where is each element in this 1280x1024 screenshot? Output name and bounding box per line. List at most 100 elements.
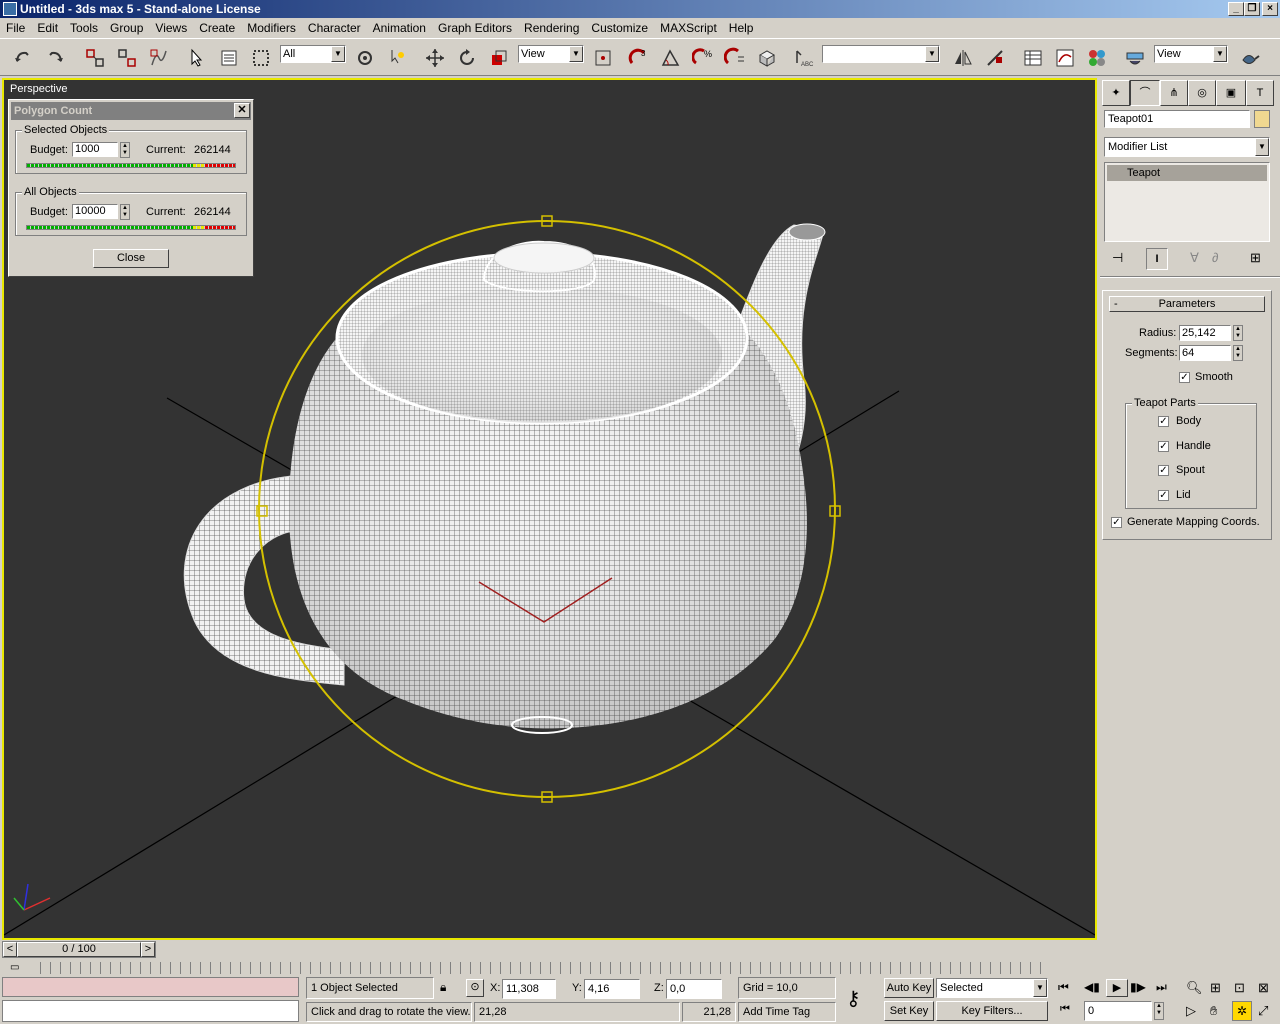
go-to-start-icon[interactable]: ⏮: [1058, 980, 1069, 995]
menu-rendering[interactable]: Rendering: [518, 18, 585, 38]
menu-views[interactable]: Views: [149, 18, 193, 38]
y-coordinate-field[interactable]: 4,16: [584, 979, 640, 999]
segments-field[interactable]: 64: [1179, 345, 1231, 361]
body-checkbox[interactable]: ✓: [1158, 416, 1169, 427]
spinner-snap-icon[interactable]: [722, 45, 748, 71]
quick-render-icon[interactable]: [1236, 45, 1262, 71]
go-to-end-icon[interactable]: ⏭: [1156, 980, 1167, 995]
previous-frame-icon[interactable]: ◀▮: [1084, 980, 1100, 994]
modifier-list-dropdown[interactable]: Modifier List ▼: [1104, 137, 1270, 157]
modifier-stack[interactable]: Teapot: [1104, 162, 1270, 242]
menu-modifiers[interactable]: Modifiers: [241, 18, 302, 38]
object-name-field[interactable]: Teapot01: [1104, 110, 1250, 128]
select-by-name-icon[interactable]: [216, 45, 242, 71]
make-unique-icon[interactable]: ∀: [1190, 250, 1199, 266]
show-end-result-icon[interactable]: I: [1146, 248, 1168, 270]
maxscript-listener-mini[interactable]: [2, 977, 299, 997]
unlink-selection-icon[interactable]: [114, 45, 140, 71]
restore-button[interactable]: ❐: [1244, 2, 1260, 16]
menu-create[interactable]: Create: [193, 18, 241, 38]
close-window-button[interactable]: ×: [1262, 2, 1278, 16]
parameters-rollout-header[interactable]: - Parameters: [1109, 296, 1265, 312]
select-and-link-icon[interactable]: [82, 45, 108, 71]
generate-mapping-checkbox[interactable]: ✓: [1111, 517, 1122, 528]
dialog-close-icon[interactable]: ✕: [234, 103, 250, 118]
angle-snap-icon[interactable]: [658, 45, 684, 71]
named-selection-sets-icon[interactable]: [754, 45, 780, 71]
redo-icon[interactable]: [42, 45, 68, 71]
menu-animation[interactable]: Animation: [367, 18, 432, 38]
zoom-extents-all-icon[interactable]: ⊠: [1258, 980, 1269, 996]
select-object-icon[interactable]: [184, 45, 210, 71]
configure-modifier-sets-icon[interactable]: ⊞: [1250, 250, 1261, 266]
menu-group[interactable]: Group: [104, 18, 149, 38]
budget-spinner[interactable]: ▲ ▼: [120, 142, 130, 158]
hierarchy-tab-icon[interactable]: ⋔: [1160, 80, 1188, 106]
zoom-all-icon[interactable]: ⊞: [1210, 980, 1221, 996]
time-slider-track[interactable]: < 0 / 100 >: [2, 941, 156, 958]
bind-space-warp-icon[interactable]: [146, 45, 172, 71]
render-scene-icon[interactable]: [1122, 45, 1148, 71]
motion-tab-icon[interactable]: ◎: [1188, 80, 1216, 106]
object-color-swatch[interactable]: [1254, 110, 1270, 128]
track-bar[interactable]: [40, 962, 1048, 974]
zoom-extents-icon[interactable]: ⊡: [1234, 980, 1245, 996]
maximize-viewport-icon[interactable]: ⤢: [1258, 1003, 1268, 1019]
align-icon[interactable]: [982, 45, 1008, 71]
key-mode-dropdown[interactable]: Selected ▼: [936, 978, 1048, 998]
stack-item-teapot[interactable]: Teapot: [1107, 165, 1267, 181]
reference-coordinate-dropdown[interactable]: View ▼: [518, 45, 584, 63]
menu-customize[interactable]: Customize: [585, 18, 654, 38]
time-next-button[interactable]: >: [141, 942, 155, 957]
create-tab-icon[interactable]: ✦: [1102, 80, 1130, 106]
snap-3d-icon[interactable]: 3: [626, 45, 652, 71]
render-type-dropdown[interactable]: View ▼: [1154, 45, 1228, 63]
close-button[interactable]: Close: [93, 249, 169, 268]
add-time-tag-button[interactable]: Add Time Tag: [738, 1002, 836, 1022]
next-frame-icon[interactable]: ▮▶: [1130, 980, 1146, 994]
selected-budget-field[interactable]: 1000: [72, 142, 118, 157]
minimize-button[interactable]: _: [1228, 2, 1244, 16]
menu-character[interactable]: Character: [302, 18, 367, 38]
budget-spinner[interactable]: ▲ ▼: [120, 204, 130, 220]
time-prev-button[interactable]: <: [3, 942, 17, 957]
smooth-checkbox[interactable]: ✓: [1179, 372, 1190, 383]
spout-checkbox[interactable]: ✓: [1158, 465, 1169, 476]
rectangular-selection-icon[interactable]: [248, 45, 274, 71]
select-and-scale-icon[interactable]: [486, 45, 512, 71]
utilities-tab-icon[interactable]: T: [1246, 80, 1274, 106]
set-key-button[interactable]: Set Key: [884, 1001, 934, 1021]
key-icon[interactable]: ⚷: [846, 986, 861, 1011]
field-of-view-icon[interactable]: ▷: [1186, 1003, 1196, 1019]
select-and-move-icon[interactable]: [422, 45, 448, 71]
edit-named-selection-icon[interactable]: ABC: [790, 45, 816, 71]
radius-spinner[interactable]: ▲ ▼: [1233, 325, 1243, 341]
x-coordinate-field[interactable]: 11,308: [502, 979, 556, 999]
segments-spinner[interactable]: ▲ ▼: [1233, 345, 1243, 361]
key-mode-toggle-icon[interactable]: ⏮: [1060, 1003, 1070, 1016]
pivot-center-icon[interactable]: [590, 45, 616, 71]
undo-icon[interactable]: [10, 45, 36, 71]
pan-icon[interactable]: ✋︎: [1210, 1003, 1217, 1019]
layer-manager-icon[interactable]: [1020, 45, 1046, 71]
curve-editor-icon[interactable]: [1052, 45, 1078, 71]
z-coordinate-field[interactable]: 0,0: [666, 979, 722, 999]
modify-tab-icon[interactable]: ⌒: [1130, 80, 1160, 106]
menu-file[interactable]: File: [0, 18, 31, 38]
menu-maxscript[interactable]: MAXScript: [654, 18, 723, 38]
percent-snap-icon[interactable]: %: [690, 45, 716, 71]
display-tab-icon[interactable]: ▣: [1216, 80, 1246, 106]
frame-spinner[interactable]: ▲ ▼: [1154, 1002, 1164, 1020]
auto-key-button[interactable]: Auto Key: [884, 978, 934, 998]
arc-rotate-icon[interactable]: ✲: [1232, 1001, 1252, 1021]
mirror-icon[interactable]: [950, 45, 976, 71]
remove-modifier-icon[interactable]: ∂: [1212, 250, 1218, 265]
key-filters-button[interactable]: Key Filters...: [936, 1001, 1048, 1021]
menu-help[interactable]: Help: [723, 18, 760, 38]
named-selection-dropdown[interactable]: ▼: [822, 45, 940, 63]
window-crossing-icon[interactable]: [384, 45, 410, 71]
viewport-label[interactable]: Perspective: [10, 83, 67, 95]
zoom-icon[interactable]: 🔍︎: [1186, 980, 1203, 996]
menu-tools[interactable]: Tools: [64, 18, 104, 38]
selection-filter-dropdown[interactable]: All ▼: [280, 45, 346, 63]
